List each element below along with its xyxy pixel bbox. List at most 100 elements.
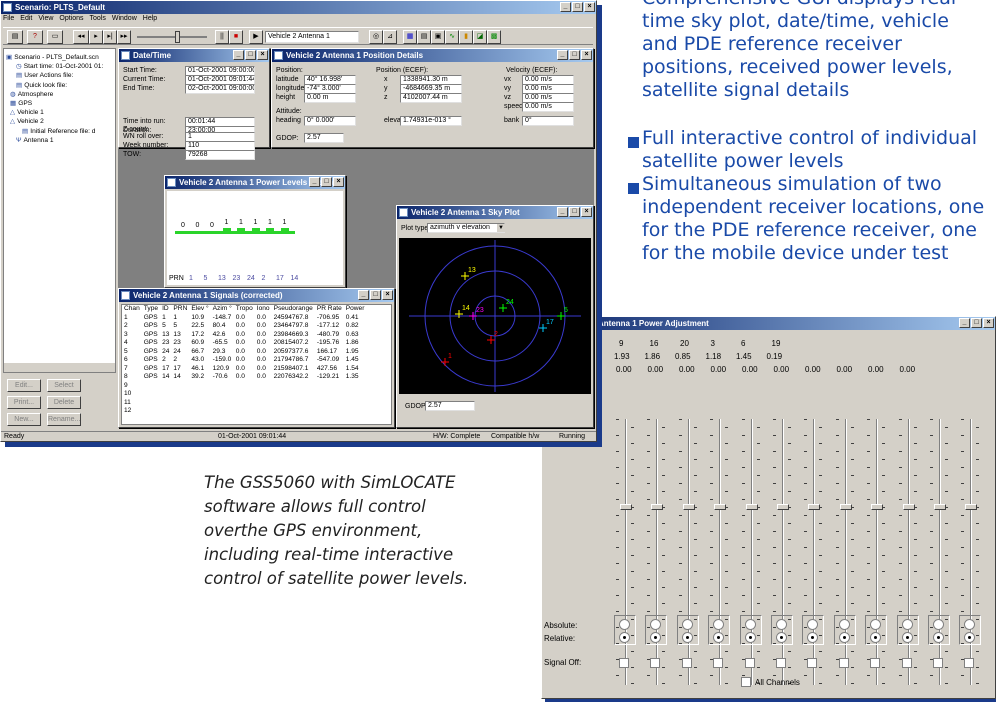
absolute-radio[interactable]: [619, 619, 630, 630]
minimize-button[interactable]: _: [560, 2, 571, 12]
power-slider[interactable]: [616, 419, 634, 685]
minimize-button[interactable]: _: [959, 318, 970, 328]
tree-action-button[interactable]: Select: [47, 379, 81, 392]
power-slider[interactable]: [898, 419, 917, 685]
power-slider[interactable]: [835, 419, 854, 685]
power-slider[interactable]: [647, 419, 666, 685]
absolute-radio[interactable]: [933, 619, 944, 630]
maximize-button[interactable]: □: [572, 2, 583, 12]
signal-off-checkbox[interactable]: [838, 658, 849, 668]
all-channels-checkbox[interactable]: [741, 677, 751, 687]
menu-item[interactable]: Window: [112, 15, 137, 26]
signal-off-checkbox[interactable]: [776, 658, 786, 668]
signal-off-checkbox[interactable]: [964, 658, 975, 668]
map-icon[interactable]: ▩: [487, 30, 501, 44]
stop-icon[interactable]: ■: [229, 30, 243, 44]
bars-icon[interactable]: ▮: [459, 30, 473, 44]
power-slider[interactable]: [710, 419, 729, 685]
signal-off-checkbox[interactable]: [619, 658, 629, 668]
monitor-icon[interactable]: ▭: [47, 30, 63, 44]
tree-item[interactable]: ▤ Initial Reference file: d: [22, 127, 95, 136]
absolute-radio[interactable]: [744, 619, 756, 630]
tree-item[interactable]: ◍ Atmosphere: [10, 90, 53, 99]
tree-item[interactable]: ▤ User Actions file:: [16, 71, 73, 80]
power-slider[interactable]: [678, 419, 697, 685]
slider-thumb[interactable]: [620, 503, 632, 510]
tree-item[interactable]: Ψ Antenna 1: [16, 136, 54, 145]
relative-radio[interactable]: [933, 632, 944, 643]
step-icon[interactable]: ▸|: [103, 30, 117, 44]
absolute-radio[interactable]: [838, 619, 850, 630]
slider-thumb[interactable]: [682, 503, 695, 510]
menu-item[interactable]: Edit: [20, 15, 32, 26]
menu-item[interactable]: View: [38, 15, 53, 26]
relative-radio[interactable]: [744, 632, 756, 643]
graph-icon[interactable]: ⊿: [383, 30, 397, 44]
signal-off-checkbox[interactable]: [933, 658, 943, 668]
help-icon[interactable]: ?: [27, 30, 43, 44]
scenario-tree[interactable]: ▣ Scenario - PLTS_Default.scn ◷ Start time:…: [3, 48, 116, 373]
chart-icon[interactable]: ◪: [473, 30, 487, 44]
absolute-radio[interactable]: [776, 619, 787, 630]
table-icon[interactable]: ▤: [417, 30, 431, 44]
relative-radio[interactable]: [838, 632, 850, 643]
table-row[interactable]: 2 GPS 5 5 22.5 80.4 0.0 0.0 23464797.8 -177.12 0.8…: [122, 322, 366, 331]
power-slider[interactable]: [867, 419, 886, 685]
tree-item[interactable]: △ Vehicle 1: [10, 108, 44, 117]
menu-item[interactable]: Options: [59, 15, 83, 26]
tree-item[interactable]: ◷ Start time: 01-Oct-2001 01:: [16, 62, 103, 71]
grid-icon[interactable]: ▦: [403, 30, 417, 44]
tree-item[interactable]: ▤ Quick look file:: [16, 81, 67, 90]
slider-thumb[interactable]: [651, 503, 664, 510]
power-slider[interactable]: [961, 419, 980, 685]
time-slider[interactable]: [137, 36, 207, 38]
relative-radio[interactable]: [681, 632, 693, 643]
table-row[interactable]: 12: [122, 407, 366, 416]
slider-thumb[interactable]: [808, 503, 821, 510]
tree-action-button[interactable]: Delete: [47, 396, 81, 409]
relative-radio[interactable]: [619, 632, 630, 643]
slider-thumb[interactable]: [745, 503, 758, 510]
slider-thumb[interactable]: [871, 503, 884, 510]
slider-thumb[interactable]: [714, 503, 727, 510]
close-button[interactable]: ×: [983, 318, 994, 328]
tree-item[interactable]: △ Vehicle 2: [10, 117, 44, 126]
fast-forward-icon[interactable]: ▸▸: [117, 30, 131, 44]
chevron-down-icon[interactable]: ▼: [497, 224, 505, 232]
signal-off-checkbox[interactable]: [713, 658, 724, 668]
power-slider[interactable]: [741, 419, 760, 685]
power-slider[interactable]: [930, 419, 948, 685]
plot-type-select[interactable]: azimuth v elevation: [427, 223, 505, 233]
rewind-icon[interactable]: ◂◂: [73, 30, 89, 44]
slider-thumb[interactable]: [777, 503, 789, 510]
open-icon[interactable]: ▤: [7, 30, 23, 44]
table-row[interactable]: 11: [122, 399, 366, 408]
tree-action-button[interactable]: Print...: [7, 396, 41, 409]
pause-icon[interactable]: ||: [215, 30, 229, 44]
absolute-radio[interactable]: [681, 619, 693, 630]
slider-thumb[interactable]: [902, 503, 915, 510]
power-slider[interactable]: [804, 419, 823, 685]
signal-off-checkbox[interactable]: [901, 658, 912, 668]
signal-off-checkbox[interactable]: [807, 658, 818, 668]
table-row[interactable]: 6 GPS 2 2 43.0 -159.0 0.0 0.0 21794786.7 -547.09 1…: [122, 356, 366, 365]
slider-thumb[interactable]: [934, 503, 946, 510]
slider-thumb[interactable]: [839, 503, 852, 510]
menu-item[interactable]: File: [3, 15, 14, 26]
tree-action-button[interactable]: New...: [7, 413, 41, 426]
table-row[interactable]: 8 GPS 14 14 39.2 -70.6 0.0 0.0 22076342.2 -129.21…: [122, 373, 366, 382]
wave-icon[interactable]: ∿: [445, 30, 459, 44]
table-row[interactable]: 10: [122, 390, 366, 399]
maximize-button[interactable]: □: [971, 318, 982, 328]
tree-action-button[interactable]: Rename...: [47, 413, 81, 426]
vehicle-select[interactable]: Vehicle 2 Antenna 1: [265, 31, 359, 43]
tree-item[interactable]: ▦ GPS: [10, 99, 32, 108]
absolute-radio[interactable]: [901, 619, 913, 630]
play-icon[interactable]: ▸: [89, 30, 103, 44]
signal-off-checkbox[interactable]: [681, 658, 692, 668]
power-slider[interactable]: [773, 419, 791, 685]
vehicle-icon[interactable]: ▶: [249, 30, 263, 44]
signal-off-checkbox[interactable]: [650, 658, 661, 668]
table-row[interactable]: 3 GPS 13 13 17.2 42.6 0.0 0.0 23984669.3 -480.79 0…: [122, 331, 366, 340]
menu-item[interactable]: Tools: [90, 15, 106, 26]
